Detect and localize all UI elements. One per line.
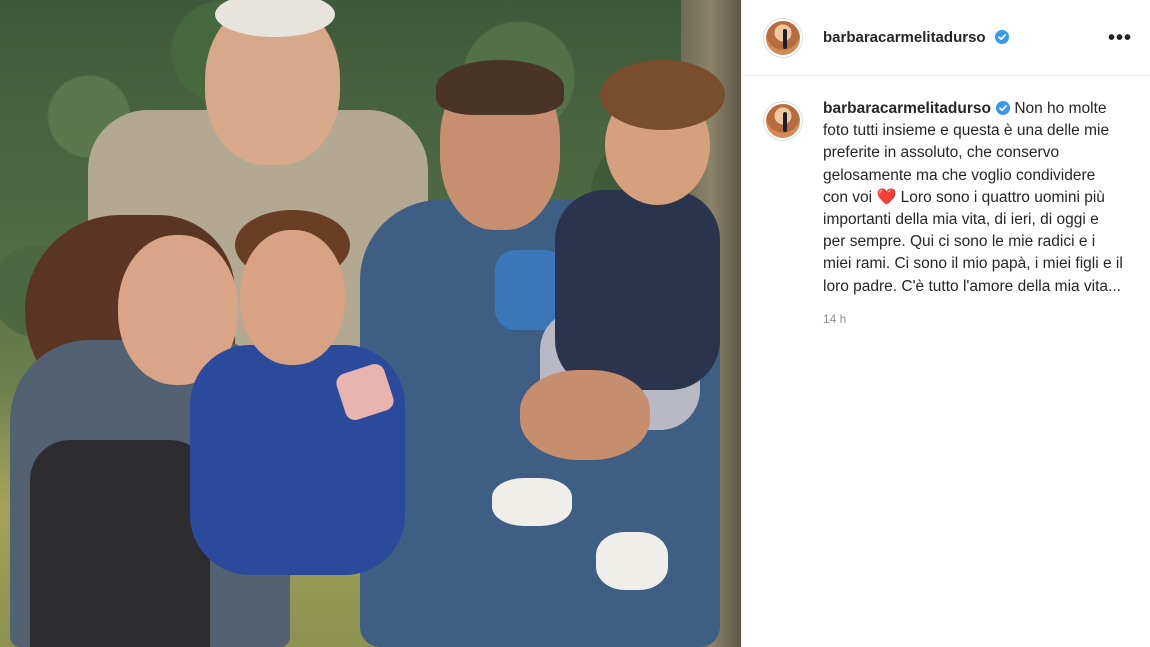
photo-figure-mother-jacket	[30, 440, 210, 647]
header-username[interactable]: barbaracarmelitadurso	[823, 29, 986, 46]
more-options-icon[interactable]: •••	[1108, 28, 1132, 48]
post-photo[interactable]	[0, 0, 741, 647]
header-username-link[interactable]: barbaracarmelitadurso	[823, 29, 1009, 46]
post-side-panel: barbaracarmelitadurso ••• barbaracarmeli…	[741, 0, 1150, 647]
photo-figure-baby	[555, 190, 720, 390]
avatar[interactable]	[764, 18, 802, 57]
heart-emoji-icon: ❤️	[876, 188, 897, 206]
caption-text: barbaracarmelitadurso Non ho molte foto …	[823, 98, 1123, 298]
photo-baby-shoe-right	[596, 532, 668, 590]
instagram-post: barbaracarmelitadurso ••• barbaracarmeli…	[0, 0, 1150, 647]
caption-row: barbaracarmelitadurso Non ho molte foto …	[742, 76, 1150, 326]
photo-figure-hands	[520, 370, 650, 460]
caption-verified-badge-icon	[996, 101, 1010, 115]
caption-username[interactable]: barbaracarmelitadurso	[823, 100, 991, 117]
photo-figure-boy-face	[240, 230, 345, 365]
caption-body: barbaracarmelitadurso Non ho molte foto …	[823, 98, 1123, 326]
post-timestamp[interactable]: 14 h	[823, 312, 1123, 326]
verified-badge-icon	[994, 30, 1009, 44]
post-header: barbaracarmelitadurso •••	[742, 0, 1150, 76]
photo-baby-shoe-left	[492, 478, 572, 526]
caption-avatar[interactable]	[764, 102, 802, 140]
photo-figure-father-hair	[436, 60, 564, 115]
photo-figure-baby-hair	[600, 60, 725, 130]
